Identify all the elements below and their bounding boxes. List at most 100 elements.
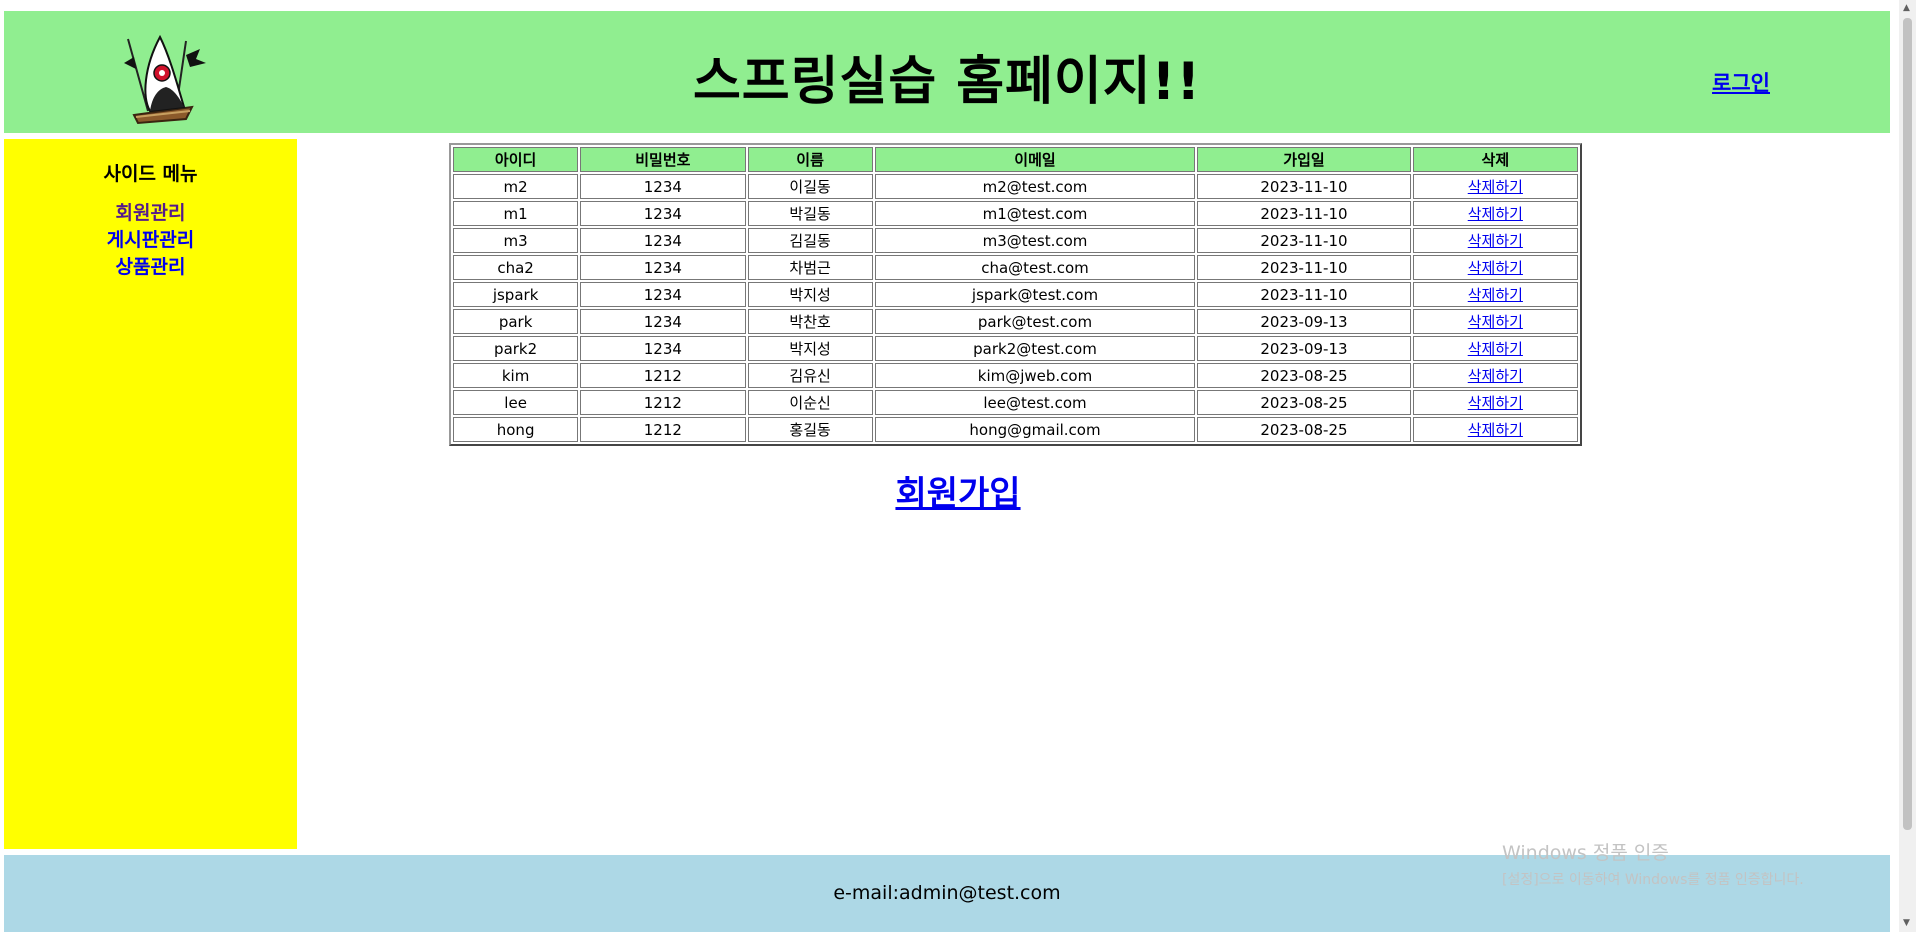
cell-email: cha@test.com xyxy=(874,255,1196,280)
cell-id: kim xyxy=(453,363,579,388)
delete-link[interactable]: 삭제하기 xyxy=(1468,421,1523,439)
column-header-name: 이름 xyxy=(747,147,873,172)
table-row: m1 1234 박길동 m1@test.com 2023-11-10 삭제하기 xyxy=(453,201,1578,226)
cell-email: kim@jweb.com xyxy=(874,363,1196,388)
cell-password: 1234 xyxy=(580,255,746,280)
vertical-scrollbar[interactable]: ▲ ▼ xyxy=(1899,0,1916,932)
cell-delete: 삭제하기 xyxy=(1412,363,1578,388)
delete-link[interactable]: 삭제하기 xyxy=(1468,286,1523,304)
cell-name: 홍길동 xyxy=(747,417,873,442)
table-row: lee 1212 이순신 lee@test.com 2023-08-25 삭제하… xyxy=(453,390,1578,415)
cell-password: 1212 xyxy=(580,390,746,415)
join-area: 회원가입 xyxy=(0,0,1916,514)
delete-link[interactable]: 삭제하기 xyxy=(1468,340,1523,358)
table-row: hong 1212 홍길동 hong@gmail.com 2023-08-25 … xyxy=(453,417,1578,442)
cell-name: 박길동 xyxy=(747,201,873,226)
cell-joindate: 2023-11-10 xyxy=(1197,255,1411,280)
cell-password: 1234 xyxy=(580,228,746,253)
windows-activation-watermark: Windows 정품 인증 [설정]으로 이동하여 Windows를 정품 인증… xyxy=(1502,838,1804,889)
cell-id: m2 xyxy=(453,174,579,199)
cell-name: 김길동 xyxy=(747,228,873,253)
cell-email: jspark@test.com xyxy=(874,282,1196,307)
cell-delete: 삭제하기 xyxy=(1412,201,1578,226)
column-header-joindate: 가입일 xyxy=(1197,147,1411,172)
table-row: m2 1234 이길동 m2@test.com 2023-11-10 삭제하기 xyxy=(453,174,1578,199)
column-header-id: 아이디 xyxy=(453,147,579,172)
cell-email: m1@test.com xyxy=(874,201,1196,226)
cell-joindate: 2023-09-13 xyxy=(1197,309,1411,334)
cell-delete: 삭제하기 xyxy=(1412,417,1578,442)
cell-name: 이길동 xyxy=(747,174,873,199)
cell-email: m3@test.com xyxy=(874,228,1196,253)
cell-id: park2 xyxy=(453,336,579,361)
cell-id: hong xyxy=(453,417,579,442)
cell-id: cha2 xyxy=(453,255,579,280)
column-header-email: 이메일 xyxy=(874,147,1196,172)
cell-password: 1234 xyxy=(580,282,746,307)
table-row: kim 1212 김유신 kim@jweb.com 2023-08-25 삭제하… xyxy=(453,363,1578,388)
scroll-thumb[interactable] xyxy=(1903,18,1912,830)
sidebar-menu: 회원관리 게시판관리 상품관리 xyxy=(4,200,297,281)
table-row: park2 1234 박지성 park2@test.com 2023-09-13… xyxy=(453,336,1578,361)
delete-link[interactable]: 삭제하기 xyxy=(1468,394,1523,412)
delete-link[interactable]: 삭제하기 xyxy=(1468,313,1523,331)
cell-email: m2@test.com xyxy=(874,174,1196,199)
delete-link[interactable]: 삭제하기 xyxy=(1468,232,1523,250)
cell-joindate: 2023-11-10 xyxy=(1197,201,1411,226)
cell-delete: 삭제하기 xyxy=(1412,282,1578,307)
cell-delete: 삭제하기 xyxy=(1412,336,1578,361)
delete-link[interactable]: 삭제하기 xyxy=(1468,205,1523,223)
cell-name: 박지성 xyxy=(747,282,873,307)
cell-password: 1212 xyxy=(580,417,746,442)
scroll-down-icon[interactable]: ▼ xyxy=(1903,919,1910,928)
table-row: m3 1234 김길동 m3@test.com 2023-11-10 삭제하기 xyxy=(453,228,1578,253)
delete-link[interactable]: 삭제하기 xyxy=(1468,259,1523,277)
cell-joindate: 2023-09-13 xyxy=(1197,336,1411,361)
cell-joindate: 2023-08-25 xyxy=(1197,390,1411,415)
cell-delete: 삭제하기 xyxy=(1412,228,1578,253)
watermark-title: Windows 정품 인증 xyxy=(1502,842,1669,864)
cell-password: 1234 xyxy=(580,336,746,361)
table-row: cha2 1234 차범근 cha@test.com 2023-11-10 삭제… xyxy=(453,255,1578,280)
scroll-up-icon[interactable]: ▲ xyxy=(1903,4,1910,13)
page-header: 스프링실습 홈페이지!! 로그인 xyxy=(4,11,1890,133)
page-title: 스프링실습 홈페이지!! xyxy=(692,52,1202,112)
join-link[interactable]: 회원가입 xyxy=(0,466,1916,515)
cell-name: 김유신 xyxy=(747,363,873,388)
member-table: 아이디 비밀번호 이름 이메일 가입일 삭제 m2 1234 이길동 m2@te… xyxy=(449,143,1582,446)
cell-joindate: 2023-08-25 xyxy=(1197,363,1411,388)
login-link[interactable]: 로그인 xyxy=(1712,67,1770,97)
sidebar-item-products[interactable]: 상품관리 xyxy=(4,254,297,281)
cell-id: m1 xyxy=(453,201,579,226)
sidebar-item-board[interactable]: 게시판관리 xyxy=(4,227,297,254)
cell-password: 1212 xyxy=(580,363,746,388)
cell-email: park2@test.com xyxy=(874,336,1196,361)
column-header-delete: 삭제 xyxy=(1412,147,1578,172)
cell-name: 박지성 xyxy=(747,336,873,361)
cell-joindate: 2023-11-10 xyxy=(1197,228,1411,253)
cell-joindate: 2023-11-10 xyxy=(1197,282,1411,307)
cell-joindate: 2023-11-10 xyxy=(1197,174,1411,199)
cell-email: park@test.com xyxy=(874,309,1196,334)
cell-id: m3 xyxy=(453,228,579,253)
sidebar-title: 사이드 메뉴 xyxy=(103,163,198,185)
cell-delete: 삭제하기 xyxy=(1412,309,1578,334)
watermark-subtitle: [설정]으로 이동하여 Windows를 정품 인증합니다. xyxy=(1502,872,1804,888)
delete-link[interactable]: 삭제하기 xyxy=(1468,367,1523,385)
cell-password: 1234 xyxy=(580,309,746,334)
cell-password: 1234 xyxy=(580,174,746,199)
cell-id: lee xyxy=(453,390,579,415)
delete-link[interactable]: 삭제하기 xyxy=(1468,178,1523,196)
cell-name: 박찬호 xyxy=(747,309,873,334)
column-header-password: 비밀번호 xyxy=(580,147,746,172)
cell-delete: 삭제하기 xyxy=(1412,390,1578,415)
cell-email: hong@gmail.com xyxy=(874,417,1196,442)
cell-id: park xyxy=(453,309,579,334)
table-header-row: 아이디 비밀번호 이름 이메일 가입일 삭제 xyxy=(453,147,1578,172)
sidebar-item-members[interactable]: 회원관리 xyxy=(4,200,297,227)
cell-id: jspark xyxy=(453,282,579,307)
cell-delete: 삭제하기 xyxy=(1412,174,1578,199)
cell-password: 1234 xyxy=(580,201,746,226)
cell-name: 차범근 xyxy=(747,255,873,280)
table-row: jspark 1234 박지성 jspark@test.com 2023-11-… xyxy=(453,282,1578,307)
